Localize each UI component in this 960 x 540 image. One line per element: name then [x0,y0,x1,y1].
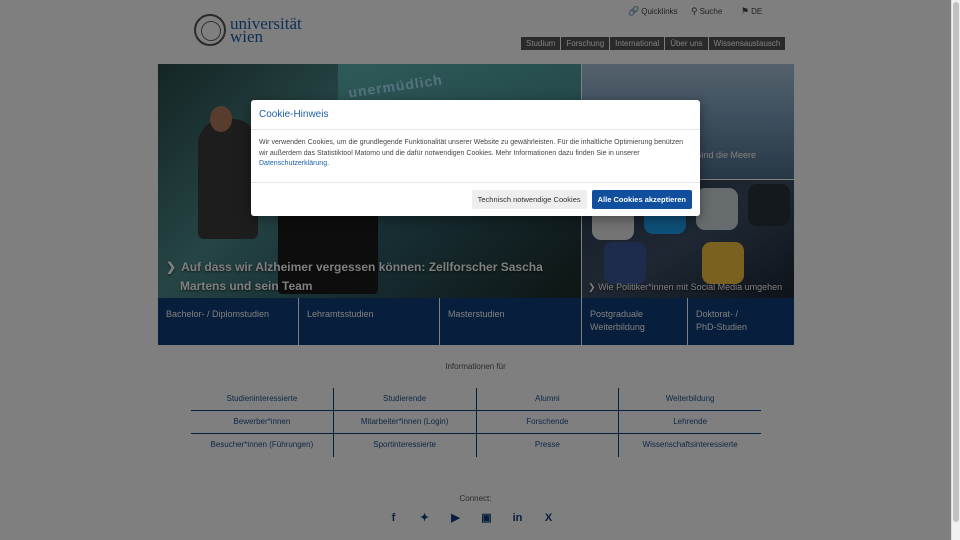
scrollbar-thumb[interactable] [953,2,959,522]
page: universität wien 🔗 Quicklinks ⚲ Suche ⚑ … [0,0,951,540]
cookie-dialog-body: Wir verwenden Cookies, um die grundlegen… [251,130,700,183]
cookie-dialog-title: Cookie-Hinweis [251,100,700,130]
cookie-dialog-footer: Technisch notwendige Cookies Alle Cookie… [251,183,700,216]
accept-all-cookies-button[interactable]: Alle Cookies akzeptieren [591,190,692,209]
privacy-policy-link[interactable]: Datenschutzerklärung [259,160,327,167]
cookie-body-text: Wir verwenden Cookies, um die grundlegen… [259,139,683,157]
cookie-dialog: Cookie-Hinweis Wir verwenden Cookies, um… [251,100,700,216]
cookie-body-end: . [327,160,330,167]
scrollbar[interactable] [951,0,960,540]
modal-backdrop [0,0,951,540]
necessary-cookies-button[interactable]: Technisch notwendige Cookies [471,190,587,209]
